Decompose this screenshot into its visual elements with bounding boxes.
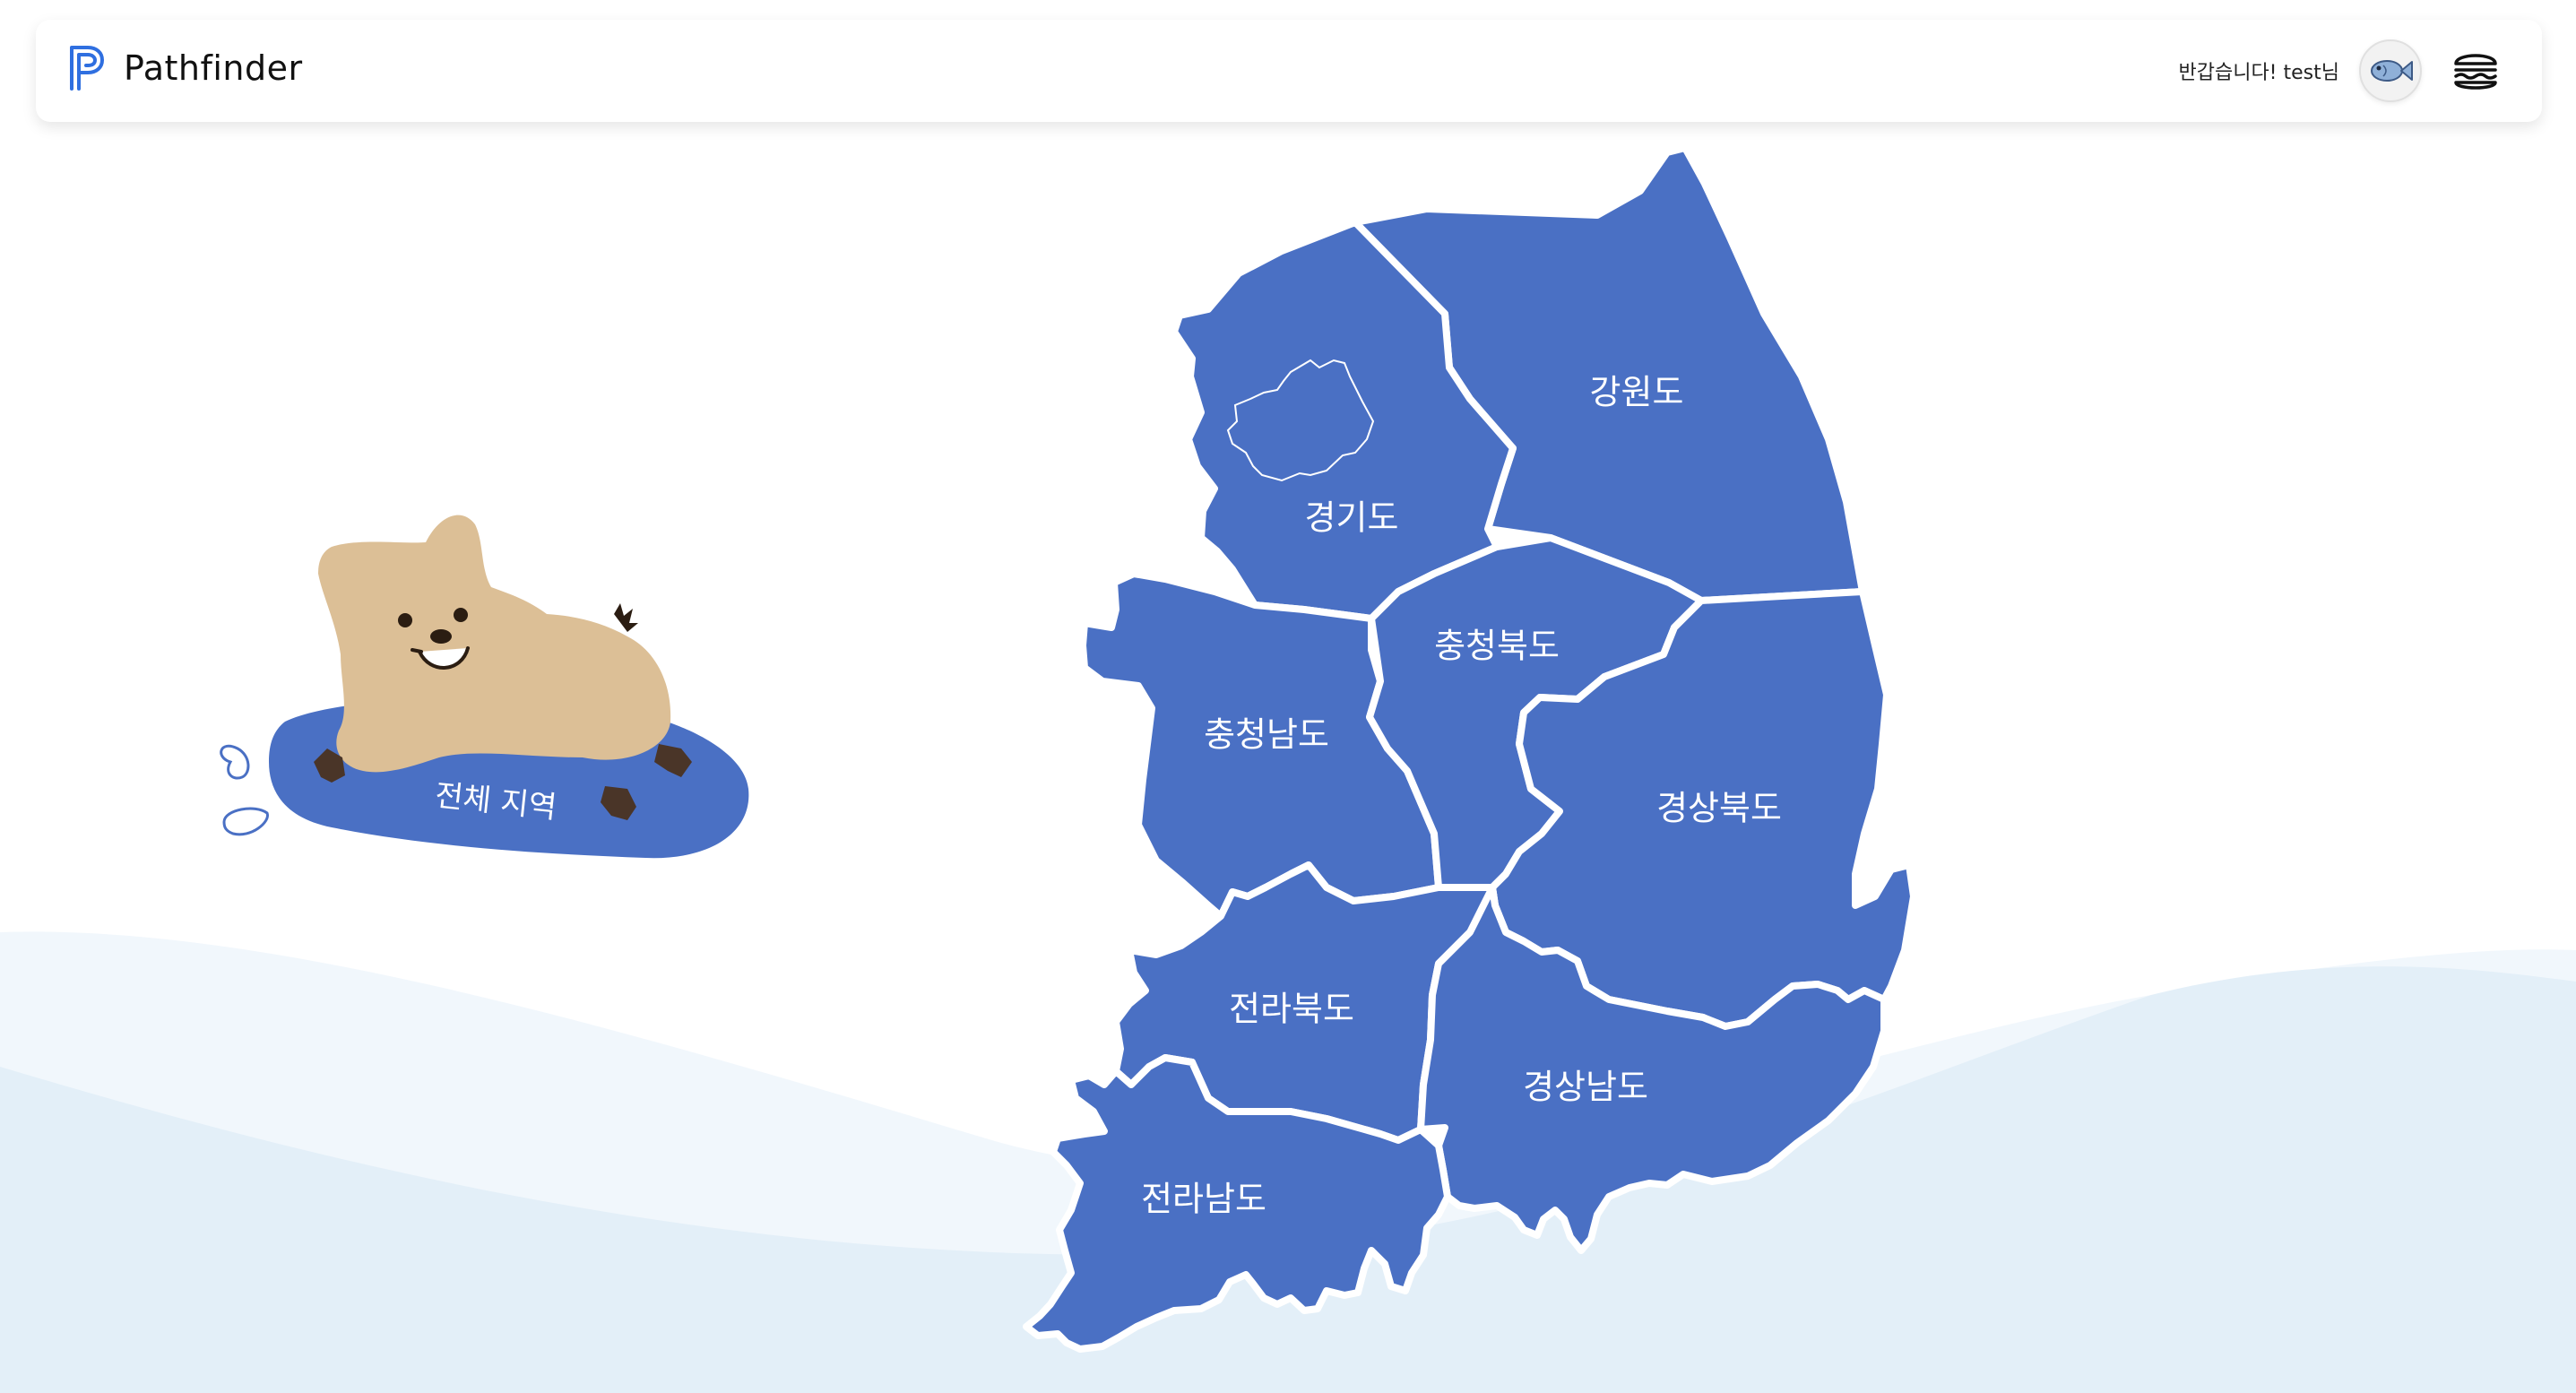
- hamburger-menu-icon: [2454, 54, 2497, 90]
- region-label-chungnam: 충청남도: [1204, 715, 1329, 755]
- pathfinder-logo-icon: [70, 46, 105, 91]
- greeting-text: 반갑습니다! test님: [2178, 62, 2339, 84]
- menu-button[interactable]: [2449, 44, 2503, 98]
- region-label-gyeonggi: 경기도: [1305, 498, 1399, 538]
- region-label-gyeongbuk: 경상북도: [1656, 789, 1782, 828]
- app-name: Pathfinder: [124, 48, 303, 88]
- region-label-jeonbuk: 전라북도: [1229, 990, 1354, 1029]
- user-avatar[interactable]: [2359, 39, 2422, 102]
- all-regions-button[interactable]: 전체 지역: [206, 489, 762, 874]
- region-label-jeonnam: 전라남도: [1141, 1180, 1266, 1219]
- logo[interactable]: Pathfinder: [68, 44, 303, 92]
- fish-avatar-icon: [2371, 60, 2413, 82]
- top-header: Pathfinder 반갑습니다! test님: [36, 20, 2542, 122]
- region-label-gyeongnam: 경상남도: [1523, 1068, 1648, 1107]
- region-label-gangwon: 강원도: [1590, 373, 1684, 412]
- region-label-chungbuk: 충청북도: [1434, 627, 1560, 666]
- splash-icon: [220, 744, 269, 836]
